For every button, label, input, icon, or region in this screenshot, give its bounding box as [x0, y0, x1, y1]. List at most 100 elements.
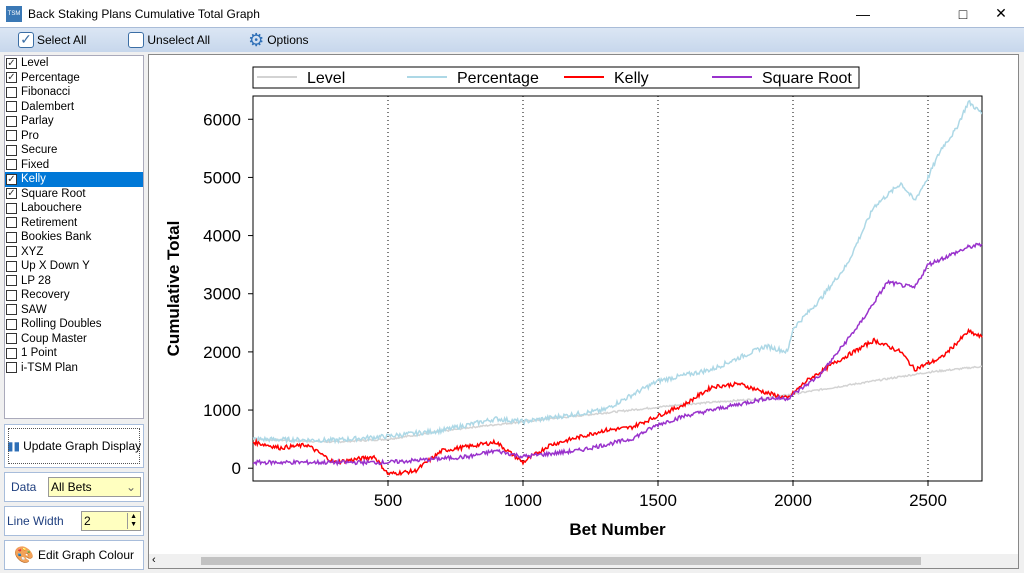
plan-label: Coup Master: [21, 333, 87, 345]
plan-label: Square Root: [21, 188, 86, 200]
plan-label: LP 28: [21, 275, 51, 287]
checkbox-unchecked[interactable]: [6, 246, 17, 257]
checkbox-unchecked[interactable]: [6, 130, 17, 141]
plan-item[interactable]: ✓ Level: [5, 56, 143, 71]
checkbox-checked[interactable]: ✓: [6, 174, 17, 185]
checkbox-unchecked[interactable]: [6, 304, 17, 315]
plan-item[interactable]: Rolling Doubles: [5, 317, 143, 332]
plan-item[interactable]: Coup Master: [5, 332, 143, 347]
x-tick-label: 500: [374, 491, 402, 510]
plan-item[interactable]: XYZ: [5, 245, 143, 260]
checkbox-unchecked[interactable]: [6, 319, 17, 330]
checkbox-unchecked[interactable]: [6, 203, 17, 214]
plan-item[interactable]: Up X Down Y: [5, 259, 143, 274]
x-tick-label: 2500: [909, 491, 947, 510]
legend-label: Square Root: [762, 70, 852, 87]
plan-item[interactable]: Fibonacci: [5, 85, 143, 100]
plan-item[interactable]: Pro: [5, 129, 143, 144]
gear-icon: ⚙: [248, 30, 264, 51]
y-tick-label: 5000: [203, 168, 241, 187]
plan-label: 1 Point: [21, 347, 57, 359]
plan-label: Up X Down Y: [21, 260, 90, 272]
checkbox-unchecked[interactable]: [6, 116, 17, 127]
update-graph-button[interactable]: ▮▮Update Graph Display: [4, 424, 144, 468]
checkbox-unchecked[interactable]: [6, 290, 17, 301]
data-select[interactable]: All Bets⌄: [48, 477, 141, 497]
plan-item[interactable]: Dalembert: [5, 100, 143, 115]
plan-item[interactable]: Secure: [5, 143, 143, 158]
plan-list[interactable]: ✓ Level ✓ Percentage Fibonacci DalembertParla…: [4, 55, 144, 419]
plan-label: Level: [21, 57, 49, 69]
x-axis-label: Bet Number: [569, 520, 666, 539]
plan-label: Fibonacci: [21, 86, 70, 98]
checkbox-checked-icon: ✓: [18, 32, 34, 48]
plan-label: Secure: [21, 144, 57, 156]
y-tick-label: 1000: [203, 401, 241, 420]
chart-panel: 5001000150020002500010002000300040005000…: [148, 54, 1019, 569]
plan-label: Bookies Bank: [21, 231, 91, 243]
scrollbar-thumb[interactable]: [201, 557, 921, 565]
minimize-button[interactable]: —: [840, 0, 886, 27]
plan-item[interactable]: ✓ Square Root: [5, 187, 143, 202]
plan-item[interactable]: Retirement: [5, 216, 143, 231]
checkbox-unchecked[interactable]: [6, 333, 17, 344]
checkbox-unchecked[interactable]: [6, 159, 17, 170]
checkbox-unchecked[interactable]: [6, 101, 17, 112]
checkbox-checked[interactable]: ✓: [6, 58, 17, 69]
unselect-all-label: Unselect All: [147, 33, 210, 47]
checkbox-unchecked[interactable]: [6, 275, 17, 286]
y-axis-label: Cumulative Total: [164, 221, 183, 357]
plan-label: SAW: [21, 304, 47, 316]
toolbar: ✓Select All Unselect All ⚙Options: [0, 27, 1024, 52]
plan-label: Percentage: [21, 72, 80, 84]
close-button[interactable]: ✕: [978, 0, 1024, 27]
plan-item[interactable]: i-TSM Plan: [5, 361, 143, 376]
plan-label: Pro: [21, 130, 39, 142]
app-logo: TSM: [6, 6, 22, 22]
plan-item[interactable]: ✓ Percentage: [5, 71, 143, 86]
legend-label: Kelly: [614, 70, 649, 87]
plan-item[interactable]: ✓ Kelly: [5, 172, 143, 187]
unselect-all-button[interactable]: Unselect All: [128, 32, 210, 48]
plan-item[interactable]: Fixed: [5, 158, 143, 173]
plan-item[interactable]: Labouchere: [5, 201, 143, 216]
line-width-stepper[interactable]: 2 ▲▼: [81, 511, 141, 531]
checkbox-unchecked[interactable]: [6, 362, 17, 373]
plan-label: Fixed: [21, 159, 49, 171]
select-all-button[interactable]: ✓Select All: [18, 32, 86, 48]
checkbox-unchecked[interactable]: [6, 217, 17, 228]
plan-item[interactable]: Bookies Bank: [5, 230, 143, 245]
legend-label: Level: [307, 70, 345, 87]
x-tick-label: 1000: [504, 491, 542, 510]
plan-label: Retirement: [21, 217, 77, 229]
edit-colour-label: Edit Graph Colour: [38, 548, 134, 562]
plan-label: Parlay: [21, 115, 54, 127]
checkbox-unchecked[interactable]: [6, 348, 17, 359]
checkbox-unchecked[interactable]: [6, 261, 17, 272]
scroll-left-icon[interactable]: ‹: [152, 554, 156, 566]
checkbox-unchecked[interactable]: [6, 87, 17, 98]
plan-item[interactable]: 1 Point: [5, 346, 143, 361]
line-width-value: 2: [84, 514, 91, 528]
spin-arrows-icon[interactable]: ▲▼: [127, 513, 139, 529]
window-title: Back Staking Plans Cumulative Total Grap…: [28, 7, 260, 21]
plan-label: Recovery: [21, 289, 70, 301]
horizontal-scrollbar[interactable]: ‹: [149, 554, 1018, 568]
checkbox-unchecked[interactable]: [6, 145, 17, 156]
y-tick-label: 4000: [203, 227, 241, 246]
checkbox-checked[interactable]: ✓: [6, 72, 17, 83]
plan-label: Kelly: [21, 173, 46, 185]
chevron-down-icon: ⌄: [126, 480, 136, 494]
edit-graph-colour-button[interactable]: 🎨Edit Graph Colour: [4, 540, 144, 570]
checkbox-unchecked[interactable]: [6, 232, 17, 243]
plan-item[interactable]: SAW: [5, 303, 143, 318]
plan-label: Labouchere: [21, 202, 82, 214]
plan-item[interactable]: LP 28: [5, 274, 143, 289]
options-label: Options: [267, 33, 308, 47]
options-button[interactable]: ⚙Options: [248, 30, 309, 51]
plan-item[interactable]: Recovery: [5, 288, 143, 303]
plot-area: [253, 96, 982, 481]
checkbox-empty-icon: [128, 32, 144, 48]
plan-item[interactable]: Parlay: [5, 114, 143, 129]
checkbox-checked[interactable]: ✓: [6, 188, 17, 199]
